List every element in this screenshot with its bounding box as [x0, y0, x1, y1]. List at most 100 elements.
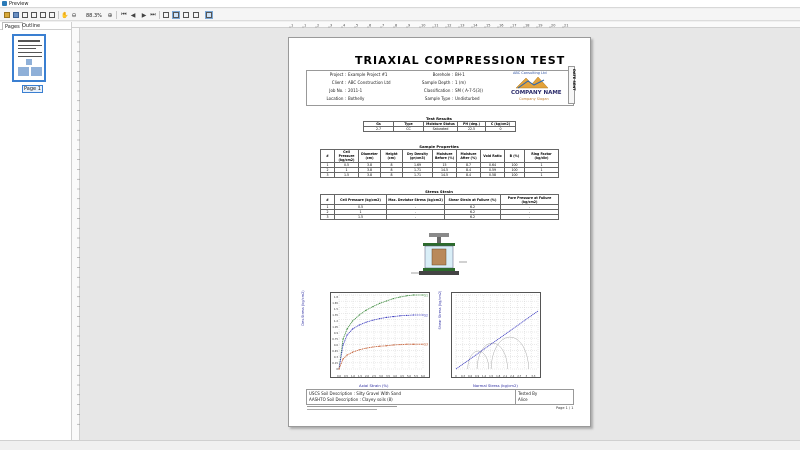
- page-setup-icon[interactable]: [30, 11, 38, 19]
- meta-value: SM ( A-7-5(3)): [455, 88, 483, 93]
- table-cell: -: [500, 214, 559, 220]
- data-point: [351, 328, 354, 330]
- meta-label: Borehole :: [432, 72, 453, 77]
- y-tick-label: 1.65: [332, 301, 338, 305]
- x-tick-label: 5.0: [407, 374, 411, 378]
- ruler-number: 16: [499, 24, 503, 28]
- table-cell: 14.5: [432, 172, 457, 178]
- data-point: [412, 343, 415, 345]
- report-page: TRIAXIAL COMPRESSION TEST Project : Exam…: [288, 37, 591, 427]
- x-tick-label: 0.0: [337, 374, 341, 378]
- x-tick-label: 4.5: [400, 374, 404, 378]
- data-point: [346, 328, 348, 330]
- window-title: Preview: [9, 1, 29, 7]
- ruler-number: 10: [421, 24, 425, 28]
- ruler-number: 4: [343, 24, 346, 28]
- footer-divider: [515, 389, 516, 405]
- data-point: [365, 309, 367, 311]
- meta-label: Classification :: [423, 88, 453, 93]
- data-point: [365, 321, 367, 323]
- data-point: [346, 354, 348, 356]
- export-icon[interactable]: [39, 11, 47, 19]
- prev-page-icon[interactable]: ◀: [129, 11, 137, 19]
- x-tick-label: 3: [525, 374, 527, 378]
- zoom-in-icon[interactable]: ⊕: [106, 11, 114, 19]
- save-icon[interactable]: [12, 11, 20, 19]
- column-header: Max. Deviator Stress (kg/cm2): [386, 194, 445, 205]
- first-page-icon[interactable]: ⏮: [120, 11, 128, 19]
- x-tick-label: 1.5: [489, 374, 493, 378]
- two-pages-icon[interactable]: [172, 11, 180, 19]
- y-tick-label: 1.05: [332, 325, 338, 329]
- table-cell: 0.58: [480, 172, 505, 178]
- open-icon[interactable]: [3, 11, 11, 19]
- print-icon[interactable]: [21, 11, 29, 19]
- data-point: [379, 318, 381, 320]
- email-icon[interactable]: [48, 11, 56, 19]
- y-tick-label: 0.6: [334, 343, 338, 347]
- column-header: Cell Pressure (kg/cm2): [334, 194, 387, 205]
- fullscreen-icon[interactable]: [205, 11, 213, 19]
- series-label: S3: [424, 343, 428, 347]
- y-tick-label: 1.35: [332, 313, 338, 317]
- multi-page-icon[interactable]: [182, 11, 190, 19]
- table-row: 3 1.5 - 6.2 -: [320, 214, 559, 220]
- report-title: TRIAXIAL COMPRESSION TEST: [355, 54, 566, 67]
- y-tick-label: 0: [336, 367, 338, 371]
- meta-label: Location :: [326, 96, 346, 101]
- ruler-number: 9: [408, 24, 410, 28]
- table-cell: 0: [485, 126, 516, 132]
- ruler-number: 6: [369, 24, 371, 28]
- column-header: Pore Pressure at Failure (kg/cm2): [500, 194, 559, 205]
- data-point: [412, 314, 415, 316]
- data-point: [392, 316, 394, 318]
- x-tick-label: 3.5: [386, 374, 390, 378]
- meta-value: Example Project #1: [348, 72, 388, 77]
- table-cell: 2.7: [363, 126, 394, 132]
- meta-value: ABC Construction Ltd: [348, 80, 391, 85]
- company-slogan: Company Slogan: [519, 97, 549, 101]
- mohr-circle-chart: 0 0.3 0.6 0.9 1.2 1.5 1.8 2.1 2.4 2.7 3 3.3: [451, 292, 541, 378]
- x-tick-label: 0.5: [344, 374, 348, 378]
- tested-by-value: Alice: [518, 397, 528, 402]
- table-cell: CC: [393, 126, 424, 132]
- ruler-number: 19: [538, 24, 542, 28]
- zoom-out-icon[interactable]: ⊖: [70, 11, 78, 19]
- table-cell: -: [386, 214, 445, 220]
- data-point: [406, 343, 408, 345]
- x-tick-label: 1.2: [482, 374, 486, 378]
- meta-value: Bothelly: [348, 96, 365, 101]
- x-tick-label: 3.3: [531, 374, 535, 378]
- table-cell: 8.4: [456, 172, 481, 178]
- table-cell: 6.2: [444, 214, 501, 220]
- meta-label: Sample Type :: [424, 96, 453, 101]
- thumbnail-label: Page 1: [22, 85, 43, 93]
- last-page-icon[interactable]: ⏭: [149, 11, 157, 19]
- series-label: S2: [424, 314, 428, 318]
- ruler-number: 14: [473, 24, 478, 28]
- side-label: DATE SENT: [572, 69, 576, 91]
- single-page-icon[interactable]: [162, 11, 170, 19]
- data-point: [342, 358, 344, 360]
- fit-width-icon[interactable]: [192, 11, 200, 19]
- hand-tool-icon[interactable]: ✋: [61, 11, 69, 19]
- y-tick-label: 0.3: [334, 355, 338, 359]
- table-header-row: # Cell Pressure (kg/cm2) Max. Deviator S…: [320, 194, 559, 205]
- page-thumbnail[interactable]: [12, 34, 46, 82]
- stress-strain-chart: S1 S2 S3 0.0 0.5 1.0 1.5 2.0 2.5 3.0 3.5 4.0 4.5 5.0 5…: [330, 292, 430, 378]
- data-point: [399, 315, 401, 317]
- tab-outline[interactable]: Outline: [20, 22, 42, 30]
- panel-tabs: Pages Outline: [0, 22, 72, 30]
- data-point: [372, 306, 374, 308]
- ruler-number: 1: [304, 24, 306, 28]
- data-point: [412, 294, 415, 296]
- next-page-icon[interactable]: ▶: [140, 11, 148, 19]
- vertical-ruler: [72, 28, 80, 440]
- ruler-number: 1: [291, 24, 293, 28]
- table-cell: 1.71: [402, 172, 433, 178]
- chart1-ylabel: Dev.Stress (kg/cm2): [301, 290, 305, 326]
- x-tick-label: 1.8: [496, 374, 500, 378]
- ruler-number: 15: [486, 24, 490, 28]
- table-cell: 3: [320, 172, 335, 178]
- ruler-number: 2: [317, 24, 319, 28]
